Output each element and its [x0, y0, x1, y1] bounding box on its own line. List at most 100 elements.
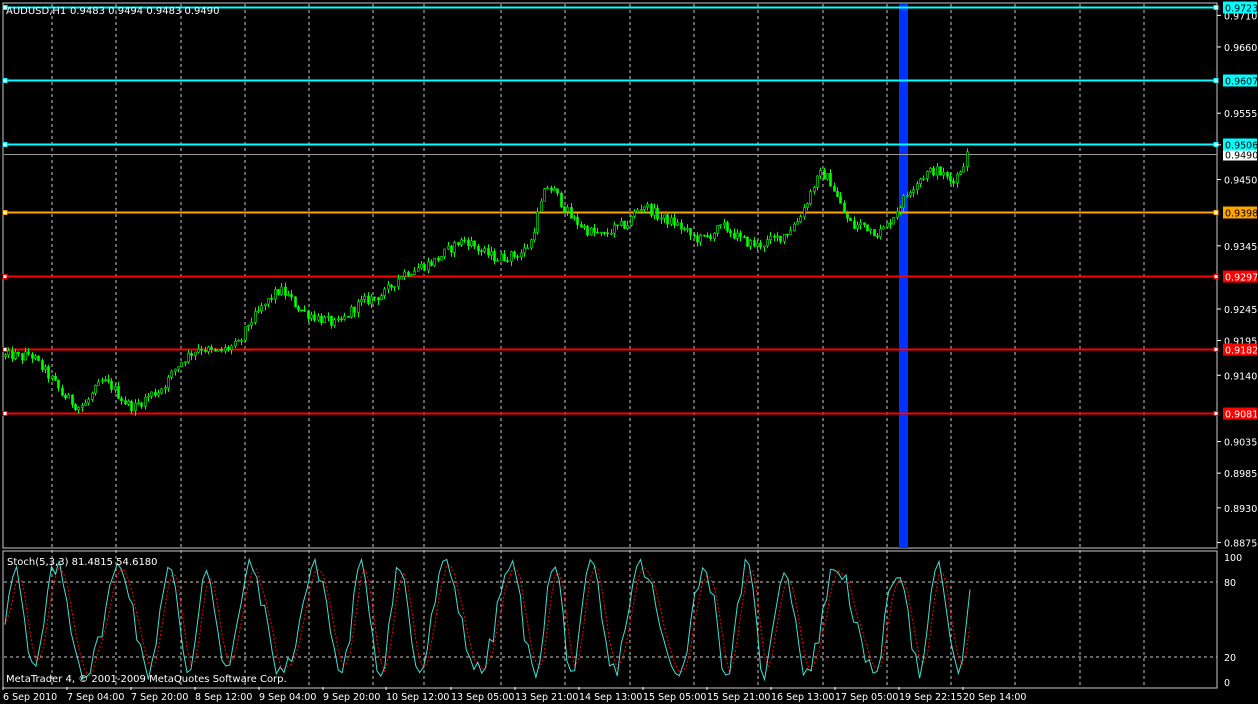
level-handle: [1213, 411, 1219, 416]
candle-body: [773, 235, 776, 238]
candle-body: [477, 246, 480, 251]
candle-body: [650, 204, 653, 216]
candle-body: [457, 242, 460, 245]
candle-body: [952, 180, 955, 184]
candle-body: [729, 230, 732, 234]
candle-body: [853, 220, 856, 229]
candle-body: [623, 220, 626, 229]
candle-body: [277, 289, 280, 295]
candle-body: [839, 196, 842, 204]
level-handle: [1213, 347, 1219, 352]
candle-body: [140, 402, 143, 407]
candle-body: [244, 326, 247, 341]
level-handle: [2, 210, 8, 215]
candle-body: [280, 286, 283, 295]
candle-body: [543, 188, 546, 202]
candle-body: [127, 401, 130, 405]
candle-body: [330, 316, 333, 326]
level-handle: [1213, 274, 1219, 279]
price-tick-label: 0.8875: [1224, 539, 1257, 550]
candle-body: [274, 289, 277, 300]
candle-body: [630, 216, 633, 226]
candle-body: [733, 232, 736, 239]
candle-body: [959, 171, 962, 175]
candle-body: [370, 296, 373, 304]
candle-body: [413, 270, 416, 275]
candle-body: [590, 227, 593, 236]
level-handle: [1213, 78, 1219, 83]
candle-body: [889, 222, 892, 225]
candle-body: [110, 380, 113, 390]
candle-body: [490, 251, 493, 256]
candle-body: [932, 167, 935, 176]
candle-body: [633, 211, 636, 217]
candle-body: [37, 355, 40, 361]
candle-body: [380, 295, 383, 301]
candle-body: [327, 316, 330, 318]
stoch-axis-label: 0: [1224, 678, 1230, 689]
candle-body: [377, 297, 380, 301]
candle-body: [340, 318, 343, 321]
candle-body: [776, 235, 779, 238]
candle-body: [240, 339, 243, 342]
time-label: 15 Sep 05:00: [643, 692, 706, 703]
candle-body: [673, 217, 676, 226]
time-label: 20 Sep 14:00: [963, 692, 1026, 703]
candle-body: [556, 188, 559, 194]
candle-body: [104, 379, 107, 382]
candle-body: [580, 224, 583, 228]
candle-body: [719, 224, 722, 227]
candle-body: [563, 206, 566, 212]
candle-body: [749, 240, 752, 247]
candle-body: [84, 402, 87, 406]
candle-body: [536, 211, 539, 233]
candle-body: [510, 251, 513, 262]
candle-body: [813, 187, 816, 192]
candle-body: [833, 185, 836, 192]
candle-body: [130, 401, 133, 411]
candle-body: [753, 240, 756, 247]
stoch-axis-label: 100: [1224, 553, 1242, 564]
candle-body: [107, 379, 110, 382]
price-tick-label: 0.9345: [1224, 242, 1257, 253]
candle-body: [736, 232, 739, 239]
candle-body: [709, 235, 712, 239]
candle-body: [829, 173, 832, 187]
candle-body: [656, 207, 659, 220]
candle-body: [450, 245, 453, 253]
candle-body: [210, 346, 213, 350]
candle-body: [487, 248, 490, 256]
candle-body: [423, 264, 426, 271]
candle-body: [876, 235, 879, 238]
candle-body: [57, 380, 60, 389]
candle-body: [7, 350, 10, 356]
time-label: 13 Sep 21:00: [515, 692, 578, 703]
candle-body: [290, 294, 293, 298]
candle-body: [640, 209, 643, 211]
candle-body: [81, 405, 84, 408]
candle-body: [437, 257, 440, 261]
level-handle: [2, 274, 8, 279]
candle-body: [939, 166, 942, 176]
candle-body: [97, 381, 100, 386]
candle-body: [207, 346, 210, 352]
candle-body: [616, 224, 619, 227]
price-chart[interactable]: 0.97100.96600.95550.95050.94500.93450.92…: [0, 0, 1258, 704]
candle-body: [117, 386, 120, 399]
candle-body: [447, 245, 450, 250]
candle-body: [17, 352, 20, 355]
candle-body: [387, 284, 390, 290]
candle-body: [929, 167, 932, 172]
candle-body: [886, 222, 889, 228]
candle-body: [150, 391, 153, 397]
candle-body: [942, 172, 945, 176]
candle-body: [703, 234, 706, 237]
candle-body: [260, 305, 263, 312]
chart-ohlc: 0.9483 0.9494 0.9483 0.9490: [70, 6, 220, 17]
candle-body: [866, 224, 869, 232]
candle-body: [91, 392, 94, 400]
candle-body: [796, 221, 799, 225]
copyright-text: MetaTrader 4, © 2001-2009 MetaQuotes Sof…: [6, 674, 287, 685]
candle-body: [480, 250, 483, 252]
candle-body: [383, 288, 386, 296]
